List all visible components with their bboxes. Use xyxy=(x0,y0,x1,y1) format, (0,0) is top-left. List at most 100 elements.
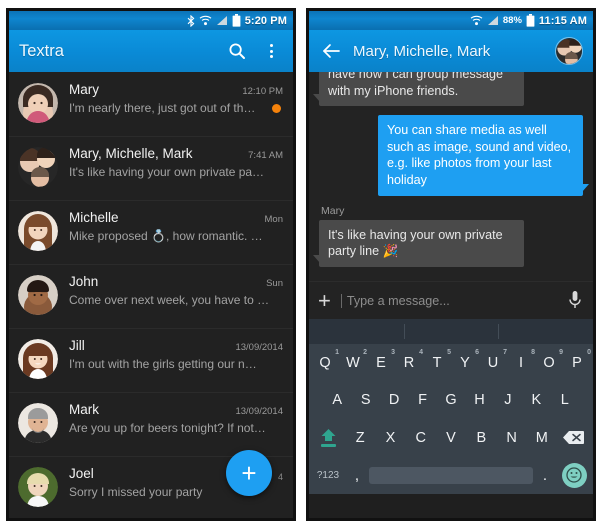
message-snippet: Come over next week, you have to … xyxy=(69,293,270,307)
key-a[interactable]: A xyxy=(323,382,351,420)
key-z[interactable]: Z xyxy=(345,419,375,457)
key-c[interactable]: C xyxy=(406,419,436,457)
key-r[interactable]: 4R xyxy=(395,344,423,382)
avatar xyxy=(18,467,58,507)
key-label: I xyxy=(518,354,524,371)
list-item[interactable]: Mary 12:10 PM I'm nearly there, just got… xyxy=(9,72,293,136)
key-j[interactable]: J xyxy=(494,382,522,420)
list-item-body: Jill 13/09/2014 I'm out with the girls g… xyxy=(58,337,283,371)
key-n[interactable]: N xyxy=(496,419,526,457)
soft-keyboard[interactable]: 1Q 2W 3E 4R 5T 6Y 7U 8I 9O 0P A S D F G … xyxy=(309,319,593,494)
key-v[interactable]: V xyxy=(436,419,466,457)
symbols-key[interactable]: ?123 xyxy=(311,457,345,495)
app-title: Textra xyxy=(19,41,64,60)
list-item-top: Michelle Mon xyxy=(69,210,283,225)
suggestion-slot[interactable] xyxy=(309,319,404,344)
timestamp: 12:10 PM xyxy=(242,86,283,97)
key-s[interactable]: S xyxy=(351,382,379,420)
new-message-fab[interactable]: + xyxy=(226,450,272,496)
key-d[interactable]: D xyxy=(380,382,408,420)
list-item[interactable]: Mary, Michelle, Mark 7:41 AM It's like h… xyxy=(9,136,293,200)
shift-key-icon[interactable] xyxy=(311,419,345,457)
fab-plus-icon: + xyxy=(241,458,257,488)
conversation-list[interactable]: Mary 12:10 PM I'm nearly there, just got… xyxy=(9,72,293,518)
avatar xyxy=(18,83,58,123)
back-arrow-icon[interactable] xyxy=(319,39,343,63)
space-key[interactable] xyxy=(369,457,533,495)
message-snippet: I'm nearly there, just got out of th… xyxy=(69,101,256,115)
key-f[interactable]: F xyxy=(408,382,436,420)
right-app-bar: Mary, Michelle, Mark xyxy=(309,30,593,72)
key-number: 0 xyxy=(587,349,591,356)
contact-name: Mary, Michelle, Mark xyxy=(69,146,193,161)
search-icon[interactable] xyxy=(225,39,249,63)
suggestion-slot[interactable] xyxy=(403,319,499,344)
key-label: P xyxy=(572,354,582,371)
list-item[interactable]: Jill 13/09/2014 I'm out with the girls g… xyxy=(9,328,293,392)
suggestion-bar[interactable] xyxy=(309,319,593,344)
list-item[interactable]: Michelle Mon Mike proposed 💍, how romant… xyxy=(9,200,293,264)
message-bubble-incoming[interactable]: have now I can group message with my iPh… xyxy=(313,72,524,107)
keyboard-row-2: A S D F G H J K L xyxy=(309,382,593,420)
key-i[interactable]: 8I xyxy=(507,344,535,382)
key-y[interactable]: 6Y xyxy=(451,344,479,382)
spacebar-surface xyxy=(369,466,533,484)
avatar xyxy=(18,275,58,315)
message-snippet: It's like having your own private pa… xyxy=(69,165,265,179)
key-u[interactable]: 7U xyxy=(479,344,507,382)
list-item-body: Mary 12:10 PM I'm nearly there, just got… xyxy=(58,81,283,115)
list-item-top: Jill 13/09/2014 xyxy=(69,338,283,353)
comma-key[interactable]: , xyxy=(345,457,369,495)
microphone-icon[interactable] xyxy=(568,290,584,312)
message-bubble-outgoing[interactable]: You can share media as well such as imag… xyxy=(378,115,589,196)
key-l[interactable]: L xyxy=(551,382,579,420)
key-q[interactable]: 1Q xyxy=(311,344,339,382)
contact-name: Mary xyxy=(69,82,99,97)
key-h[interactable]: H xyxy=(465,382,493,420)
key-t[interactable]: 5T xyxy=(423,344,451,382)
screenshot-stage: 5:20 PM Textra Mary 12:10 PM I'm nearly … xyxy=(0,0,600,529)
signal-icon xyxy=(487,15,499,26)
key-m[interactable]: M xyxy=(527,419,557,457)
message-input[interactable]: Type a message... xyxy=(340,293,558,308)
contact-name: John xyxy=(69,274,99,289)
wifi-icon xyxy=(470,15,483,26)
overflow-menu-icon[interactable] xyxy=(259,39,283,63)
message-sender-name: Mary xyxy=(321,204,345,217)
key-e[interactable]: 3E xyxy=(367,344,395,382)
list-item[interactable]: Mark 13/09/2014 Are you up for beers ton… xyxy=(9,392,293,456)
key-o[interactable]: 9O xyxy=(535,344,563,382)
list-item-top: Mark 13/09/2014 xyxy=(69,402,283,417)
period-key[interactable]: . xyxy=(533,457,557,495)
keyboard-row-4: ?123 , . xyxy=(309,457,593,495)
key-g[interactable]: G xyxy=(437,382,465,420)
message-bubble-incoming[interactable]: It's like having your own private party … xyxy=(313,219,524,267)
list-item-body: John Sun Come over next week, you have t… xyxy=(58,273,283,307)
contact-name: Mark xyxy=(69,402,99,417)
avatar[interactable] xyxy=(555,37,583,65)
avatar xyxy=(18,147,58,187)
key-x[interactable]: X xyxy=(375,419,405,457)
avatar xyxy=(18,403,58,443)
suggestion-slot[interactable] xyxy=(498,319,593,344)
message-snippet: Sorry I missed your party xyxy=(69,485,203,499)
shift-underline xyxy=(320,444,336,448)
key-label: R xyxy=(403,354,415,371)
emoji-key-icon[interactable] xyxy=(557,462,591,488)
message-thread[interactable]: have now I can group message with my iPh… xyxy=(309,72,593,281)
keyboard-row-3: Z X C V B N M xyxy=(309,419,593,457)
message-snippet-wrap: I'm nearly there, just got out of th… xyxy=(69,101,283,115)
backspace-key-icon[interactable] xyxy=(557,419,591,457)
key-label: Q xyxy=(319,354,331,371)
status-clock: 5:20 PM xyxy=(244,14,287,27)
key-b[interactable]: B xyxy=(466,419,496,457)
key-w[interactable]: 2W xyxy=(339,344,367,382)
key-p[interactable]: 0P xyxy=(563,344,591,382)
key-label: W xyxy=(346,354,360,371)
battery-icon xyxy=(526,14,535,27)
list-item[interactable]: John Sun Come over next week, you have t… xyxy=(9,264,293,328)
key-k[interactable]: K xyxy=(522,382,550,420)
plus-icon[interactable]: + xyxy=(318,289,331,312)
message-row-outgoing: You can share media as well such as imag… xyxy=(319,115,589,196)
right-status-bar: 88% 11:15 AM xyxy=(309,11,593,30)
